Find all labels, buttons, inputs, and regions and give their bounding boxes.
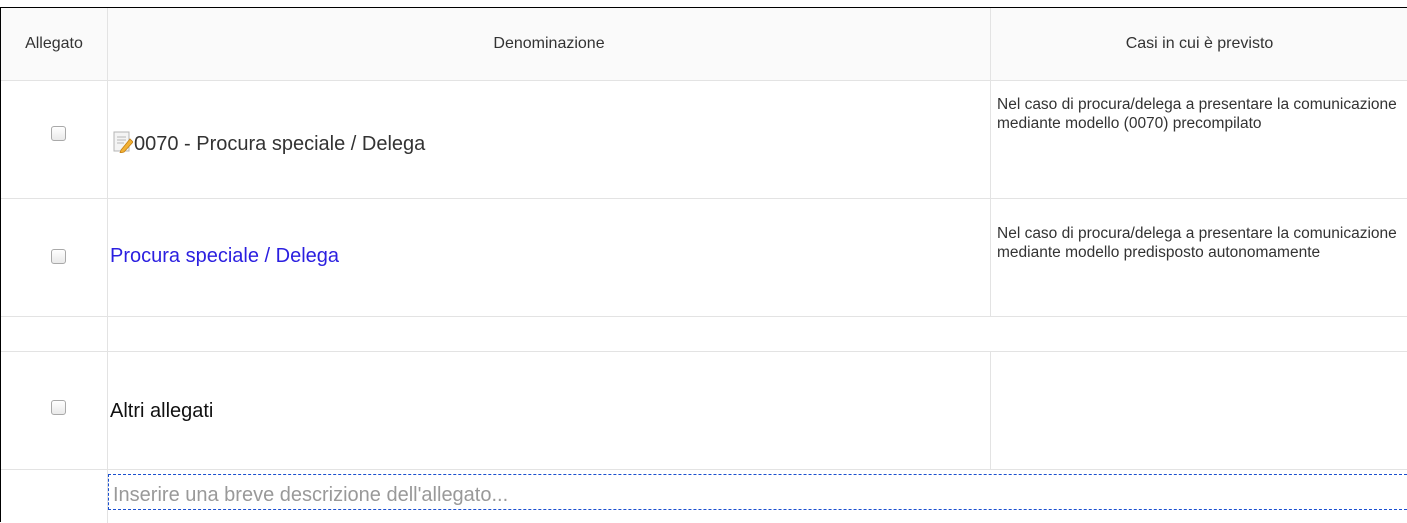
row-divider: [1, 351, 1407, 352]
procura-delega-link[interactable]: Procura speciale / Delega: [110, 245, 339, 268]
row-divider: [1, 469, 1407, 470]
document-edit-icon: [113, 131, 134, 154]
header-casi: Casi in cui è previsto: [991, 8, 1407, 80]
row-checkbox[interactable]: [51, 249, 66, 264]
row-checkbox[interactable]: [51, 126, 66, 141]
row-checkbox[interactable]: [51, 400, 66, 415]
column-divider: [990, 80, 991, 198]
header-denominazione: Denominazione: [108, 8, 990, 80]
column-divider: [990, 8, 991, 80]
row-divider: [1, 316, 1407, 317]
column-divider: [990, 352, 991, 469]
table-row-name: Altri allegati: [110, 400, 214, 422]
column-divider: [107, 8, 108, 523]
column-divider: [990, 198, 991, 316]
row-cases-text: Nel caso di procura/delega a presentare …: [997, 225, 1397, 261]
row-divider: [1, 198, 1407, 199]
table-row-name: 0070 - Procura speciale / Delega: [113, 131, 425, 156]
row-cases-text: Nel caso di procura/delega a presentare …: [997, 96, 1397, 132]
row-divider: [1, 80, 1407, 81]
attachment-description-input[interactable]: [108, 474, 1407, 510]
header-allegato: Allegato: [1, 8, 107, 80]
